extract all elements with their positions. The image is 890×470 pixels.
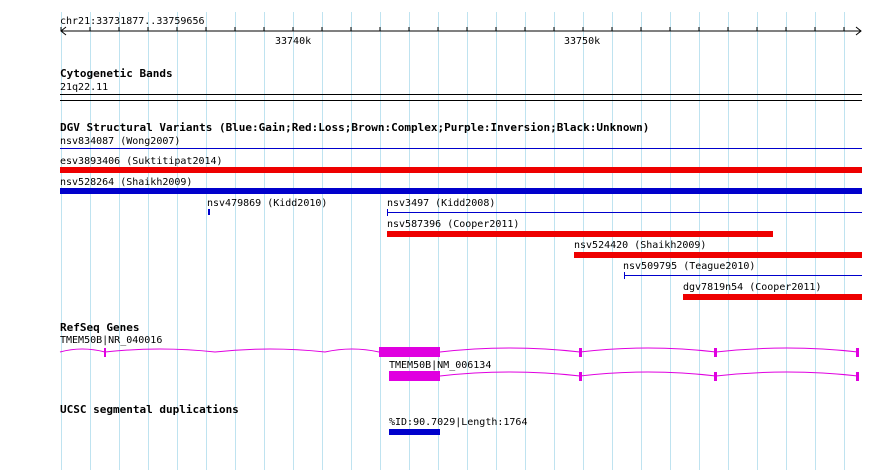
ruler-ticks [60, 27, 845, 31]
variant-label[interactable]: nsv528264 (Shaikh2009) [60, 177, 192, 188]
segdup-bar[interactable] [389, 429, 440, 435]
dgv-track-title[interactable]: DGV Structural Variants (Blue:Gain;Red:L… [60, 122, 649, 134]
grid-line [235, 12, 236, 470]
ruler-tick-label-33740k: 33740k [275, 36, 312, 47]
exon [856, 372, 859, 381]
genome-browser-view: chr21:33731877..33759656 33740k 33750k C… [0, 0, 890, 470]
grid-line [293, 12, 294, 470]
cytoband-bottom-line [60, 100, 862, 101]
intron-line [439, 371, 859, 377]
variant-bar[interactable] [624, 275, 862, 276]
grid-line [554, 12, 555, 470]
variant-bar[interactable] [387, 212, 862, 213]
grid-line [815, 12, 816, 470]
variant-label[interactable]: esv3893406 (Suktitipat2014) [60, 156, 223, 167]
cytoband-label: 21q22.11 [60, 82, 109, 93]
grid-line [496, 12, 497, 470]
grid-line [351, 12, 352, 470]
segdup-label[interactable]: %ID:90.7029|Length:1764 [389, 417, 527, 428]
exon [389, 371, 440, 381]
exon [579, 372, 582, 381]
variant-bar[interactable] [683, 294, 862, 300]
ruler-tick-label-33750k: 33750k [564, 36, 601, 47]
grid-line [264, 12, 265, 470]
grid-line [61, 12, 62, 470]
grid-line [757, 12, 758, 470]
refseq-track-title[interactable]: RefSeq Genes [60, 322, 139, 334]
grid-line [844, 12, 845, 470]
cytoband-track-title[interactable]: Cytogenetic Bands [60, 68, 173, 80]
grid-line [206, 12, 207, 470]
grid-line [728, 12, 729, 470]
intron-line [59, 347, 859, 353]
grid-line [438, 12, 439, 470]
variant-bar[interactable] [60, 167, 862, 173]
grid-line [90, 12, 91, 470]
variant-bar[interactable] [574, 252, 862, 258]
variant-bar-start-tick [624, 272, 625, 279]
grid-line [322, 12, 323, 470]
segdup-track-title[interactable]: UCSC segmental duplications [60, 404, 239, 416]
grid-line [177, 12, 178, 470]
transcript-nm-006134 [389, 371, 859, 381]
exon [579, 348, 582, 357]
exon [714, 348, 717, 357]
exon [856, 348, 859, 357]
exon [104, 348, 106, 357]
variant-label[interactable]: dgv7819n54 (Cooper2011) [683, 282, 821, 293]
variant-label[interactable]: nsv479869 (Kidd2010) [207, 198, 327, 209]
grid-line [409, 12, 410, 470]
grid-line [148, 12, 149, 470]
cytoband-top-line [60, 94, 862, 95]
variant-bar[interactable] [387, 231, 773, 237]
exon [714, 372, 717, 381]
ruler [60, 26, 862, 36]
variant-bar[interactable] [60, 148, 862, 149]
grid-line [786, 12, 787, 470]
transcript-nr-040016 [59, 347, 859, 357]
variant-bar[interactable] [208, 209, 210, 215]
variant-bar[interactable] [60, 188, 862, 194]
exon [379, 347, 440, 357]
variant-label[interactable]: nsv3497 (Kidd2008) [387, 198, 495, 209]
variant-label[interactable]: nsv509795 (Teague2010) [623, 261, 755, 272]
grid-line [525, 12, 526, 470]
variant-label[interactable]: nsv834087 (Wong2007) [60, 136, 180, 147]
grid-line [119, 12, 120, 470]
variant-label[interactable]: nsv587396 (Cooper2011) [387, 219, 519, 230]
refseq-gene-models[interactable] [0, 340, 890, 390]
variant-bar-start-tick [387, 209, 388, 216]
grid-line [467, 12, 468, 470]
variant-label[interactable]: nsv524420 (Shaikh2009) [574, 240, 706, 251]
grid-line [380, 12, 381, 470]
